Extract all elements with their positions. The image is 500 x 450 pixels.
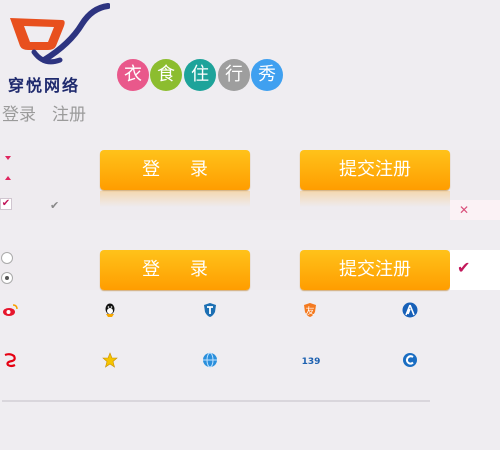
- slogan-char-xiu: 秀: [251, 59, 283, 91]
- shield-t-icon[interactable]: [202, 302, 218, 318]
- submit-register-button[interactable]: 提交注册: [300, 150, 450, 190]
- divider: [2, 400, 430, 402]
- check-box[interactable]: ✔: [450, 250, 500, 290]
- register-button-reflection: [300, 191, 450, 207]
- logo-text: 穿悦网络: [8, 76, 81, 95]
- slogan-char-zhu: 住: [184, 59, 216, 91]
- check-icon: ✔: [50, 199, 60, 212]
- friend-icon[interactable]: 友: [302, 302, 318, 318]
- svg-text:友: 友: [305, 305, 314, 317]
- login-link[interactable]: 登录: [2, 100, 36, 125]
- check-pink-icon: ✔: [457, 258, 471, 277]
- renren-icon[interactable]: [402, 302, 418, 318]
- arrow-up-icon[interactable]: [5, 176, 11, 180]
- login-button-reflection: [100, 191, 250, 207]
- checkbox-checked[interactable]: ✔: [0, 198, 12, 210]
- arrow-down-icon[interactable]: [5, 156, 11, 160]
- globe-icon[interactable]: [202, 352, 218, 368]
- radio-unchecked[interactable]: [1, 252, 13, 264]
- slogan-char-xing: 行: [218, 59, 250, 91]
- star-icon[interactable]: [102, 352, 118, 368]
- svg-text:139: 139: [302, 357, 320, 367]
- close-box[interactable]: ✕: [450, 200, 500, 220]
- login-button-hover[interactable]: 登 录: [100, 250, 250, 290]
- slogan-char-yi: 衣: [117, 59, 149, 91]
- submit-register-button-hover[interactable]: 提交注册: [300, 250, 450, 290]
- weibo-icon[interactable]: [2, 302, 18, 318]
- mail139-icon[interactable]: 139: [302, 352, 320, 368]
- telecom-icon[interactable]: [402, 352, 418, 368]
- login-button[interactable]: 登 录: [100, 150, 250, 190]
- slogan-char-shi: 食: [150, 59, 182, 91]
- qq-icon[interactable]: [102, 302, 118, 318]
- radio-checked[interactable]: [1, 272, 13, 284]
- register-link[interactable]: 注册: [52, 100, 86, 125]
- close-icon: ✕: [459, 203, 470, 217]
- sohu-icon[interactable]: [2, 352, 18, 368]
- logo-cart-icon: [10, 3, 110, 65]
